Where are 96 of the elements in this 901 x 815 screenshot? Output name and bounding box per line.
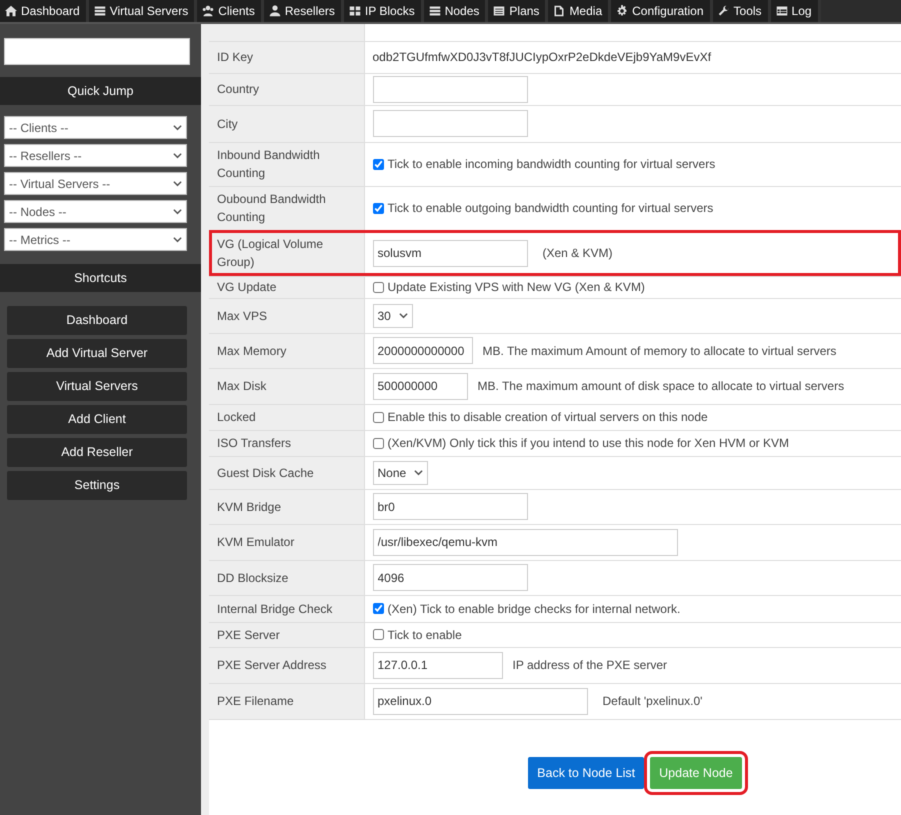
input-field[interactable]: 2000000000000	[372, 337, 472, 364]
input-field[interactable]	[372, 110, 528, 137]
checkbox[interactable]	[372, 202, 384, 214]
shortcut-button[interactable]: Add Client	[7, 405, 187, 434]
dropdown[interactable]: -- Clients --	[4, 116, 187, 139]
nav-tab[interactable]: Log	[770, 0, 821, 22]
dropdown[interactable]: -- Resellers --	[4, 144, 187, 167]
shortcut-button[interactable]: Settings	[7, 471, 187, 500]
nav-tab[interactable]: Dashboard	[0, 0, 89, 22]
dropdown[interactable]: -- Metrics --	[4, 228, 187, 251]
section-header: Quick Jump	[0, 77, 201, 105]
field-note: MB. The maximum amount of disk space to allocate to virtual servers	[478, 378, 844, 395]
dropdown[interactable]: 30	[372, 304, 413, 328]
nav-tab[interactable]: Media	[548, 0, 612, 22]
field-label: KVM Emulator	[209, 524, 364, 560]
field-label: Max Disk	[209, 368, 364, 404]
caret-icon	[173, 235, 182, 244]
field-label: DD Blocksize	[209, 560, 364, 595]
field-note: (Xen/KVM) Only tick this if you intend to use this node for Xen HVM or KVM	[388, 435, 790, 452]
caret-icon	[414, 468, 424, 477]
field-label: PXE Server Address	[209, 647, 364, 683]
input-field[interactable]: /usr/libexec/qemu-kvm	[372, 528, 678, 556]
file-icon	[553, 5, 566, 17]
nav-tab[interactable]: Configuration	[611, 0, 713, 22]
dropdown[interactable]: -- Virtual Servers --	[4, 172, 187, 195]
input-field[interactable]: 127.0.0.1	[372, 652, 502, 678]
wrench-icon	[718, 5, 730, 17]
dropdown[interactable]: None	[372, 460, 428, 484]
nav-tab[interactable]: Virtual Servers	[88, 0, 198, 22]
field-label: Oubound Bandwidth Counting	[209, 186, 364, 230]
input-field[interactable]: 4096	[372, 564, 528, 591]
field-note: MB. The maximum Amount of memory to allocate to virtual servers	[482, 342, 836, 360]
nav-tab[interactable]: Clients	[197, 0, 264, 22]
shortcut-button[interactable]: Virtual Servers	[7, 372, 187, 401]
checkbox[interactable]	[372, 629, 384, 640]
checkbox[interactable]	[372, 603, 384, 614]
field-label: ISO Transfers	[209, 430, 364, 456]
grid-icon	[348, 5, 361, 17]
field-note: Default 'pxelinux.0'	[602, 693, 702, 710]
server-icon	[428, 5, 441, 17]
users-icon	[202, 5, 214, 17]
caret-icon	[398, 311, 408, 320]
field-note: Tick to enable outgoing bandwidth counting for virtual servers	[388, 200, 714, 217]
field-label: Guest Disk Cache	[209, 456, 364, 489]
server-icon	[94, 5, 106, 17]
field-label: VG (Logical Volume Group)	[209, 230, 364, 276]
shortcut-button[interactable]: Dashboard	[7, 306, 187, 335]
nav-tab[interactable]: Nodes	[424, 0, 488, 22]
input-field[interactable]: 500000000	[372, 372, 468, 400]
shortcut-button[interactable]: Add Reseller	[7, 438, 187, 467]
field-note: (Xen & KVM)	[542, 245, 613, 262]
field-note: IP address of the PXE server	[512, 657, 668, 674]
input-field[interactable]	[372, 76, 528, 102]
caret-icon	[173, 151, 182, 160]
nav-tab[interactable]: Resellers	[264, 0, 344, 22]
home-icon	[5, 5, 17, 17]
checkbox[interactable]	[372, 438, 384, 448]
field-label: VG Update	[209, 276, 364, 298]
input-field[interactable]: pxelinux.0	[372, 688, 588, 714]
field-label: Country	[209, 73, 364, 105]
table-icon	[776, 5, 788, 17]
action-button[interactable]: Back to Node List	[528, 756, 644, 790]
input-field[interactable]: br0	[372, 493, 528, 520]
settings-icon	[616, 5, 628, 17]
caret-icon	[173, 123, 182, 132]
shortcut-button[interactable]: Add Virtual Server	[7, 339, 187, 368]
dropdown[interactable]: -- Nodes --	[4, 200, 187, 223]
caret-icon	[173, 207, 182, 216]
field-label: City	[209, 105, 364, 142]
field-note: Enable this to disable creation of virtual servers on this node	[388, 409, 708, 426]
field-label: Internal Bridge Check	[209, 595, 364, 622]
field-label: KVM Bridge	[209, 489, 364, 524]
field-note: (Xen) Tick to enable bridge checks for internal network.	[388, 600, 680, 618]
field-label: Max Memory	[209, 333, 364, 368]
list-icon	[493, 5, 506, 17]
caret-icon	[173, 179, 182, 188]
field-value: odb2TGUfmfwXD0J3vT8fJUCIypOxrP2eDkdeVEjb9YaM9vEvXf	[372, 49, 712, 66]
field-note: Tick to enable	[388, 626, 462, 644]
field-label: PXE Filename	[209, 683, 364, 719]
nav-tab[interactable]: Tools	[712, 0, 771, 22]
field-label: Locked	[209, 404, 364, 430]
checkbox[interactable]	[372, 412, 384, 422]
field-note: Tick to enable incoming bandwidth counting for virtual servers	[388, 156, 716, 173]
checkbox[interactable]	[372, 282, 384, 292]
nav-tab[interactable]: IP Blocks	[344, 0, 424, 22]
search-field[interactable]	[4, 38, 190, 65]
field-note: Update Existing VPS with New VG (Xen & KVM)	[388, 279, 645, 296]
checkbox[interactable]	[372, 158, 384, 170]
input-field[interactable]: solusvm	[372, 240, 528, 266]
field-label: Max VPS	[209, 298, 364, 333]
field-label: PXE Server	[209, 622, 364, 647]
section-header: Shortcuts	[0, 264, 201, 292]
field-label: ID Key	[209, 41, 364, 73]
nav-tab[interactable]: Plans	[488, 0, 548, 22]
user-icon	[268, 5, 281, 17]
field-label: Inbound Bandwidth Counting	[209, 142, 364, 186]
